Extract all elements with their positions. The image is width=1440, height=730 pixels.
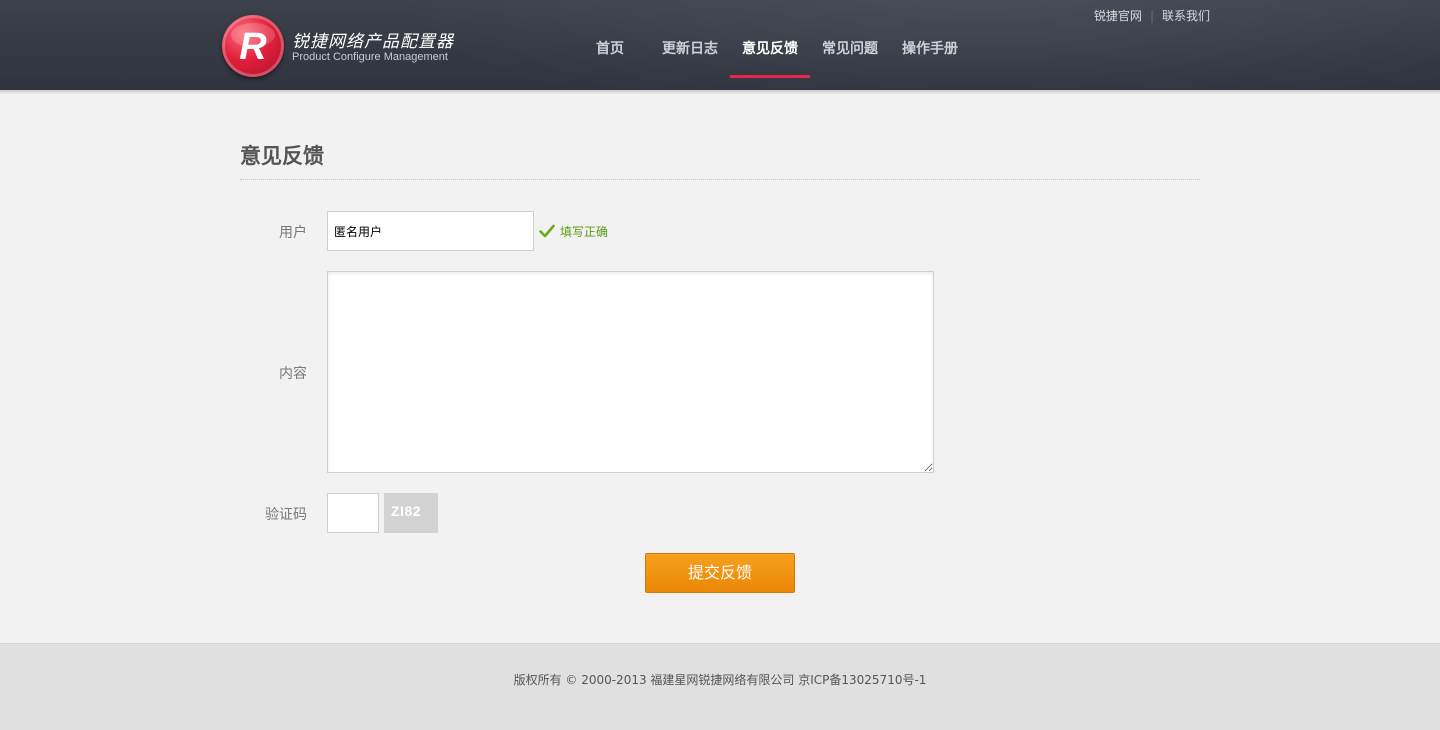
- top-links: 锐捷官网 | 联系我们: [1094, 7, 1210, 24]
- nav-item-changelog[interactable]: 更新日志: [650, 30, 730, 78]
- captcha-image[interactable]: ZI82: [384, 493, 438, 533]
- site-header: R 锐捷网络产品配置器 Product Configure Management…: [0, 0, 1440, 90]
- nav-item-faq[interactable]: 常见问题: [810, 30, 890, 78]
- nav-item-manual[interactable]: 操作手册: [890, 30, 970, 78]
- title-divider: [240, 179, 1200, 180]
- copyright-text: 版权所有 © 2000-2013 福建星网锐捷网络有限公司 京ICP备13025…: [513, 673, 927, 687]
- contact-us-link[interactable]: 联系我们: [1162, 9, 1210, 23]
- page-title: 意见反馈: [240, 144, 324, 168]
- user-valid-text: 填写正确: [560, 224, 609, 239]
- site-footer: 版权所有 © 2000-2013 福建星网锐捷网络有限公司 京ICP备13025…: [0, 643, 1440, 730]
- check-icon: [539, 224, 555, 238]
- logo-badge-icon: R: [222, 15, 284, 77]
- submit-feedback-button[interactable]: 提交反馈: [645, 553, 795, 593]
- captcha-input[interactable]: [327, 493, 379, 533]
- content-textarea[interactable]: [327, 271, 934, 473]
- user-label: 用户: [279, 225, 307, 241]
- official-site-link[interactable]: 锐捷官网: [1094, 9, 1142, 23]
- user-valid-message: 填写正确: [539, 223, 608, 239]
- top-links-divider: |: [1149, 9, 1154, 23]
- content-label: 内容: [279, 366, 307, 382]
- logo-subtitle: Product Configure Management: [292, 51, 448, 63]
- logo-title: 锐捷网络产品配置器: [292, 32, 454, 52]
- site-logo[interactable]: R 锐捷网络产品配置器 Product Configure Management: [222, 15, 462, 81]
- header-shadow: [0, 90, 1440, 94]
- nav-item-home[interactable]: 首页: [570, 30, 650, 78]
- nav-item-feedback[interactable]: 意见反馈: [730, 30, 810, 78]
- user-input[interactable]: [327, 211, 534, 251]
- logo-letter: R: [239, 26, 267, 68]
- captcha-label: 验证码: [265, 507, 307, 523]
